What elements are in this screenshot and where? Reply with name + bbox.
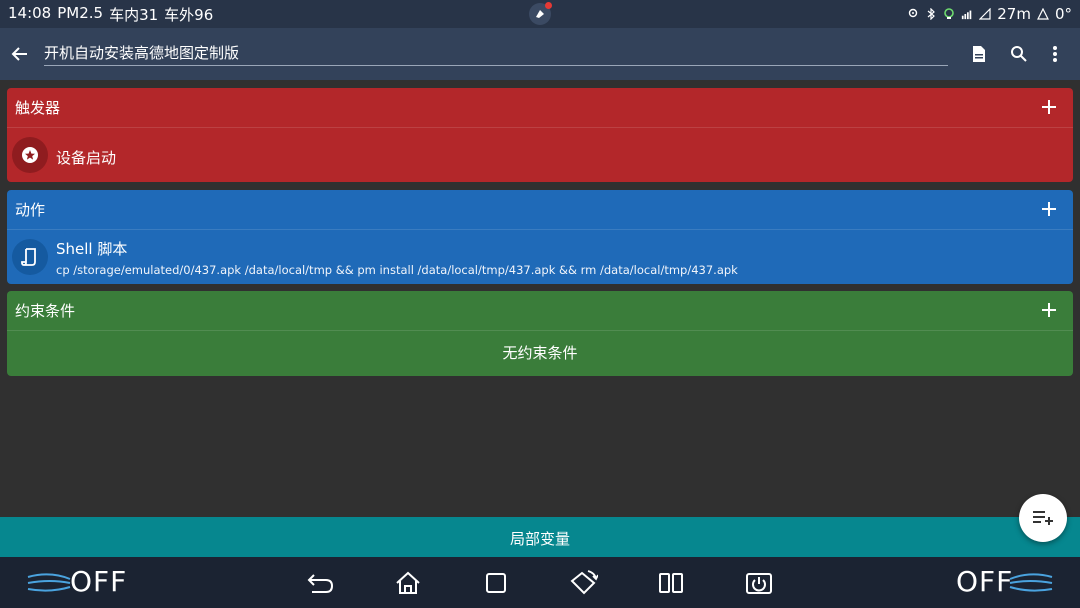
left-off-label[interactable]: OFF [70, 565, 127, 598]
trigger-header-label: 触发器 [15, 99, 61, 117]
playlist-add-icon [1033, 511, 1053, 525]
star-circle-icon [22, 147, 38, 163]
local-variables-label: 局部变量 [509, 530, 570, 548]
constraint-card: 约束条件 无约束条件 [7, 291, 1073, 376]
search-button[interactable] [1005, 40, 1033, 68]
trigger-card: 触发器 设备启动 [7, 88, 1073, 182]
trigger-header: 触发器 [7, 88, 1073, 128]
nav-home-button[interactable] [392, 567, 424, 599]
nav-power-button[interactable] [743, 567, 775, 599]
search-icon [1011, 46, 1027, 62]
screen-rotate-icon [570, 570, 598, 595]
status-inside-temp: 车内31 [109, 5, 159, 24]
trigger-item-title: 设备启动 [56, 149, 117, 167]
nav-rotate-button[interactable] [567, 567, 599, 599]
macro-name-input[interactable]: 开机自动安装高德地图定制版 [44, 40, 948, 66]
status-pm25: PM2.5 [57, 3, 104, 22]
constraint-header: 约束条件 [7, 291, 1073, 331]
signal-bars-icon [962, 10, 972, 20]
add-variable-fab[interactable] [1019, 494, 1067, 542]
gps-icon [944, 8, 955, 19]
power-screen-icon [746, 573, 772, 594]
add-constraint-plus-icon[interactable] [1039, 300, 1059, 320]
status-time: 14:08 [8, 3, 52, 22]
cell-signal-icon [979, 8, 991, 20]
right-off-label[interactable]: OFF [956, 565, 1013, 598]
split-screen-icon [659, 573, 683, 593]
action-card: 动作 Shell 脚本 cp /storage/emulated/0/437.a… [7, 190, 1073, 284]
nav-back-button[interactable] [304, 567, 336, 599]
script-scroll-icon [21, 248, 36, 266]
no-constraints-text: 无约束条件 [502, 344, 578, 362]
left-wind-icon [27, 573, 71, 592]
notification-app-icon[interactable] [529, 2, 552, 25]
app-toolbar: 开机自动安装高德地图定制版 [0, 28, 1080, 80]
add-action-plus-icon[interactable] [1039, 199, 1059, 219]
add-trigger-plus-icon[interactable] [1039, 97, 1059, 117]
overflow-menu-button[interactable] [1041, 40, 1069, 68]
local-variables-bar[interactable]: 局部变量 [0, 517, 1080, 557]
bluetooth-icon [927, 8, 936, 20]
location-icon [909, 8, 918, 18]
document-icon [973, 46, 985, 62]
constraint-header-label: 约束条件 [15, 302, 76, 320]
status-bar: 14:08 PM2.5 车内31 车外96 27m 0° [0, 0, 1080, 28]
trigger-item-device-boot[interactable]: 设备启动 [7, 128, 1073, 182]
status-outside-temp: 车外96 [164, 5, 214, 24]
back-button[interactable] [0, 28, 40, 80]
square-icon [486, 573, 506, 593]
document-button[interactable] [965, 40, 993, 68]
action-item-title: Shell 脚本 [56, 240, 128, 258]
action-item-shell-script[interactable]: Shell 脚本 cp /storage/emulated/0/437.apk … [7, 230, 1073, 284]
action-item-command: cp /storage/emulated/0/437.apk /data/loc… [56, 263, 738, 277]
action-header-label: 动作 [15, 201, 46, 219]
screen: 14:08 PM2.5 车内31 车外96 27m 0° 开机自动安装高德地图定… [0, 0, 1080, 608]
nav-split-screen-button[interactable] [655, 567, 687, 599]
status-temperature: 0° [1054, 5, 1072, 23]
arrow-left-icon [11, 47, 27, 61]
status-signal-text: 27m [997, 5, 1031, 23]
right-wind-icon [1009, 573, 1053, 592]
notification-dot [545, 2, 552, 9]
undo-arrow-icon [307, 574, 334, 593]
action-item-icon-bg [12, 239, 48, 275]
nav-recents-button[interactable] [480, 567, 512, 599]
more-vertical-icon [1053, 46, 1057, 62]
system-nav-bar: OFF OFF [0, 557, 1080, 608]
trigger-item-icon-bg [12, 137, 48, 173]
action-header: 动作 [7, 190, 1073, 230]
home-icon [396, 571, 420, 594]
warning-icon [1036, 8, 1049, 20]
